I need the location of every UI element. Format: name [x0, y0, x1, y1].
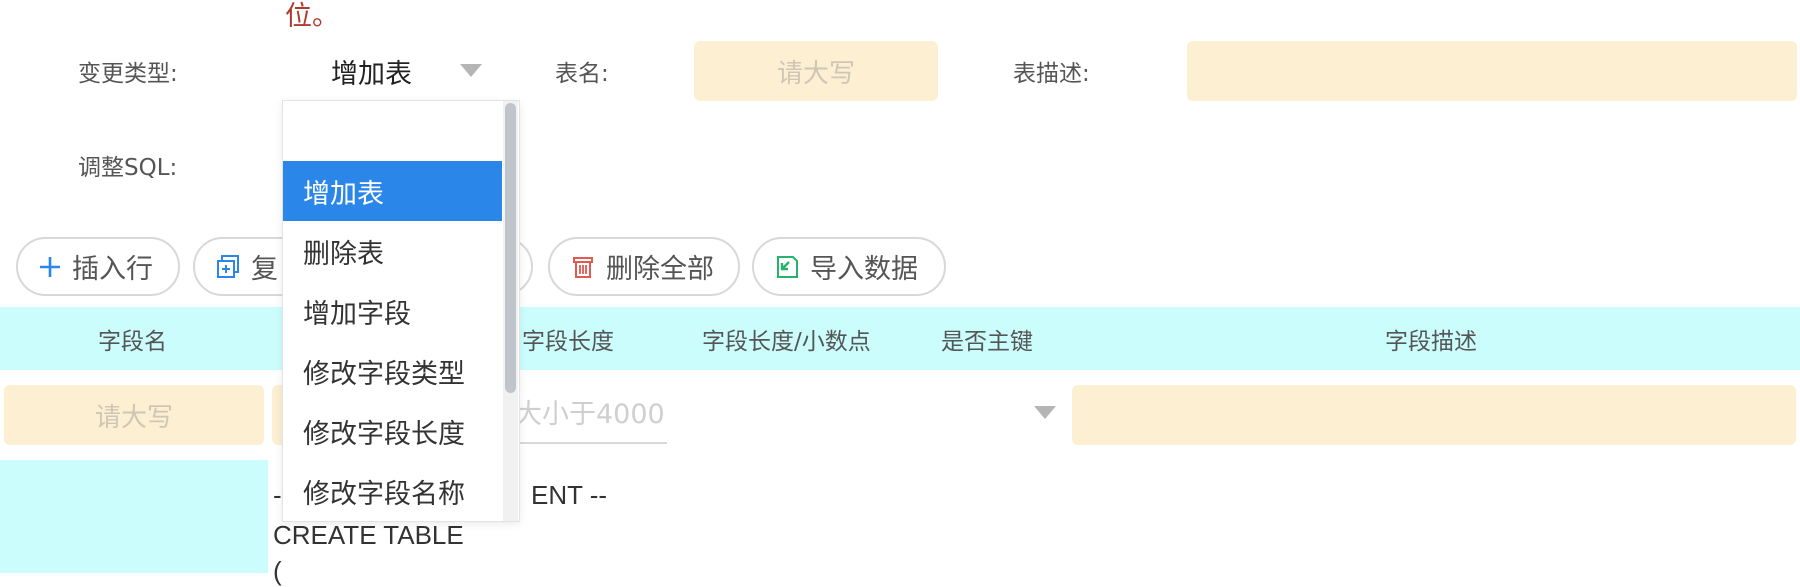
copy-icon — [215, 254, 241, 280]
plus-icon — [38, 255, 62, 279]
column-header-primary-key: 是否主键 — [941, 328, 1033, 355]
dropdown-option-add-field[interactable]: 增加字段 — [283, 281, 502, 341]
chevron-down-icon[interactable] — [460, 64, 482, 77]
trash-icon — [570, 254, 596, 280]
dropdown-option-delete-table[interactable]: 删除表 — [283, 221, 502, 281]
change-type-label: 变更类型: — [78, 61, 178, 87]
change-type-select[interactable]: 增加表 — [331, 52, 412, 91]
table-desc-input[interactable] — [1187, 41, 1797, 101]
dropdown-option-add-table[interactable]: 增加表 — [283, 161, 502, 221]
import-data-label: 导入数据 — [810, 254, 918, 285]
table-name-label: 表名: — [555, 61, 609, 87]
dropdown-option-empty[interactable] — [283, 101, 502, 161]
sql-line-create: CREATE TABLE — [273, 520, 464, 550]
column-header-field-name: 字段名 — [98, 328, 167, 355]
insert-row-button[interactable]: 插入行 — [16, 237, 180, 296]
field-desc-input[interactable] — [1072, 385, 1796, 445]
sql-line-dash: - — [273, 480, 282, 510]
field-length-placeholder: 大小于4000 — [515, 399, 665, 430]
table-header: 字段名 字段长度 字段长度/小数点 是否主键 字段描述 — [0, 307, 1800, 370]
column-header-field-desc: 字段描述 — [1385, 328, 1477, 355]
field-name-placeholder: 请大写 — [94, 402, 173, 433]
notice-text: 位。 — [285, 1, 339, 32]
sql-side-panel — [0, 460, 268, 573]
table-name-input[interactable]: 请大写 — [694, 41, 938, 101]
copy-label: 复 — [251, 254, 278, 285]
import-icon — [774, 254, 800, 280]
field-name-input[interactable]: 请大写 — [4, 385, 264, 445]
table-desc-label: 表描述: — [1013, 61, 1090, 87]
delete-all-button[interactable]: 删除全部 — [548, 237, 740, 296]
delete-all-label: 删除全部 — [606, 254, 714, 285]
sql-line-comment: ENT -- — [531, 480, 608, 510]
dropdown-option-modify-field-length[interactable]: 修改字段长度 — [283, 401, 502, 461]
column-header-length-decimal: 字段长度/小数点 — [702, 328, 871, 355]
change-type-dropdown[interactable]: 增加表 删除表 增加字段 修改字段类型 修改字段长度 修改字段名称 — [282, 100, 520, 522]
insert-row-label: 插入行 — [72, 254, 153, 285]
sql-line-paren: ( — [273, 556, 282, 586]
field-length-input[interactable]: 大小于4000 — [515, 380, 667, 444]
table-name-placeholder: 请大写 — [776, 58, 855, 89]
dropdown-option-modify-field-type[interactable]: 修改字段类型 — [283, 341, 502, 401]
dropdown-option-modify-field-name[interactable]: 修改字段名称 — [283, 461, 502, 521]
chevron-down-icon[interactable] — [1034, 406, 1056, 419]
column-header-field-length: 字段长度 — [522, 328, 614, 355]
dropdown-scrollbar[interactable] — [503, 101, 518, 521]
dropdown-scrollbar-thumb[interactable] — [505, 103, 516, 393]
adjust-sql-label: 调整SQL: — [78, 155, 178, 181]
import-data-button[interactable]: 导入数据 — [752, 237, 946, 296]
